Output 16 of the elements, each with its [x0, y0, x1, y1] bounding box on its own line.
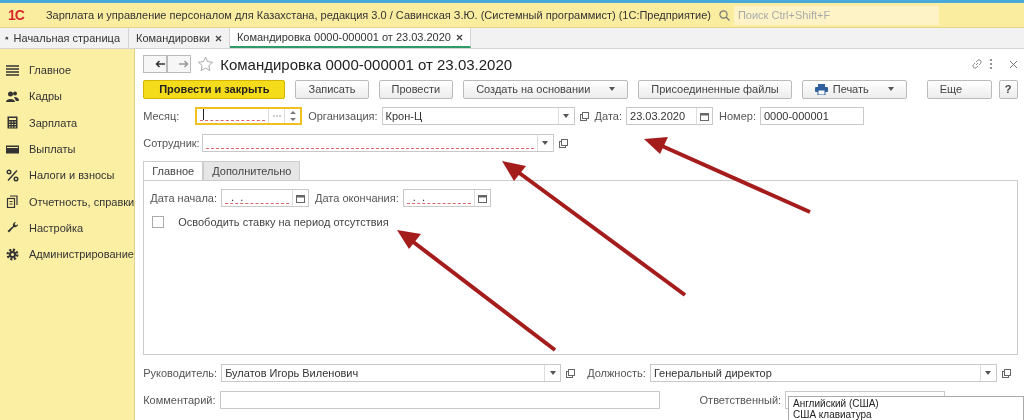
field-label: Дата окончания: [315, 192, 399, 204]
language-option: США клавиатура [793, 409, 872, 420]
field-label: Ответственный: [699, 394, 782, 406]
field-label: Комментарий: [143, 394, 216, 406]
field-label: Номер: [719, 110, 756, 122]
field-label: Должность: [587, 367, 646, 379]
field-label: Дата: [594, 110, 622, 122]
field-label: Дата начала: [150, 192, 217, 204]
window-title: Зарплата и управление персоналом для Казахстана, редакция 3.0 / Савинская З.Ю. (Системный программист) (1С:Предприятие) [45, 9, 711, 21]
checkbox-label: Освободить ставку на период отсутствия [178, 216, 389, 228]
field-label: Сотрудник: [143, 137, 200, 149]
field-label: Руководитель: [143, 367, 218, 379]
language-option: Английский (США) [793, 398, 879, 409]
field-label: Организация: [308, 110, 378, 122]
field-label: Месяц: [143, 110, 181, 122]
form-title: Командировка 0000-000001 от 23.03.2020 [220, 55, 513, 73]
